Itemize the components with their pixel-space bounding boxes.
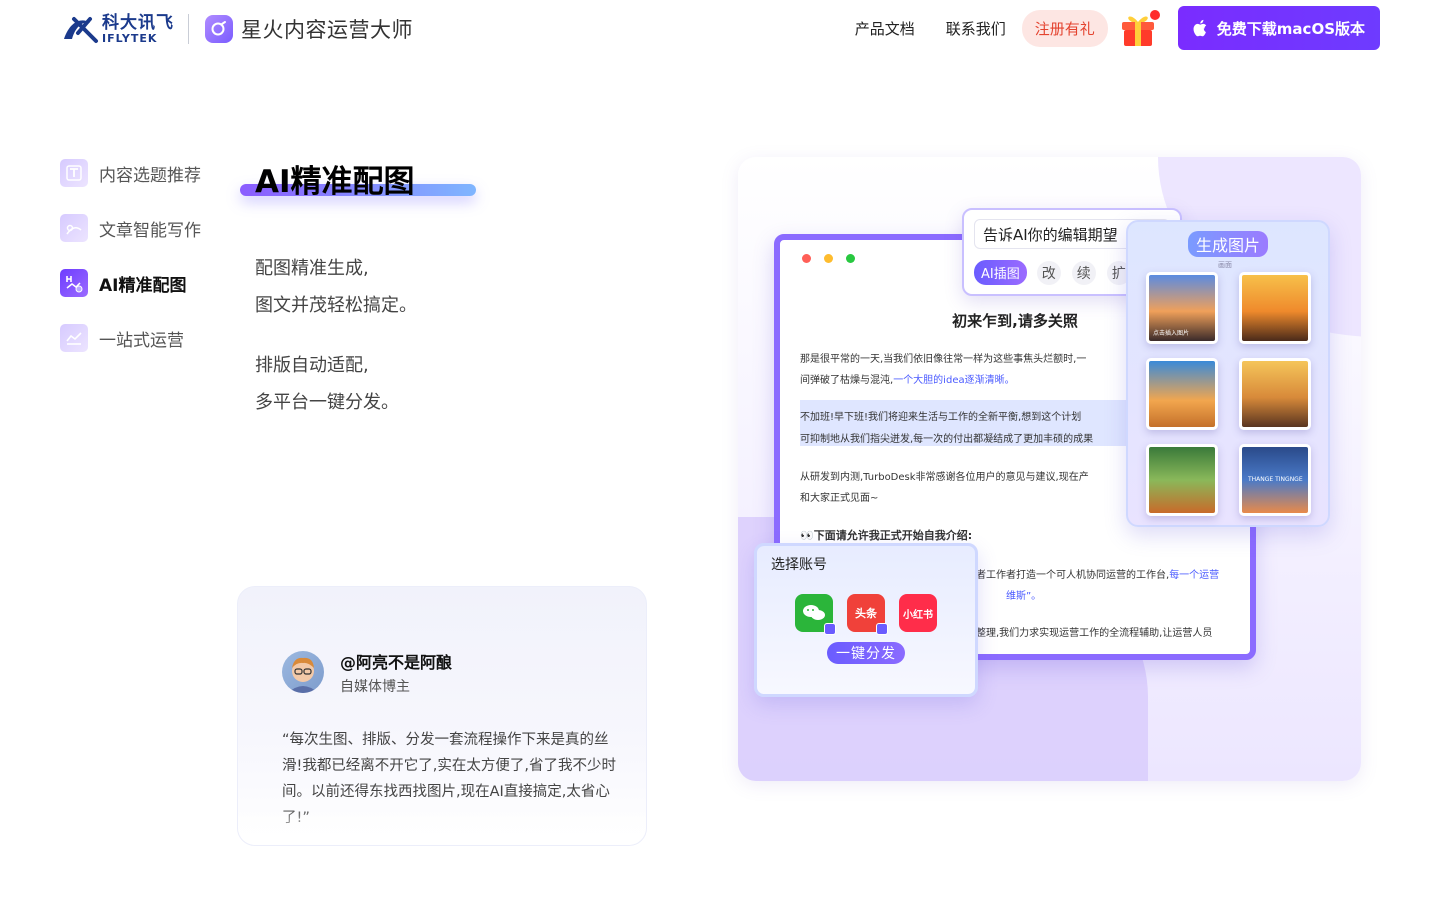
image-thumbnail[interactable]: THANGE TINGNGE [1239,444,1311,516]
download-label: 免费下载macOS版本 [1216,19,1365,38]
header: 科大讯飞 IFLYTEK 星火内容运营大师 产品文档 联系我们 注册有礼 免费下… [0,0,1440,56]
xiaohongshu-label: 小红书 [903,609,933,621]
topic-icon [60,159,88,187]
thumb-caption: THANGE TINGNGE [1248,476,1303,483]
product-logo-icon [205,15,233,43]
feature-menu: 内容选题推荐 文章智能写作 AI精准配图 一站式运营 [60,158,220,378]
product-name: 星火内容运营大师 [241,18,413,42]
testimonial-card: @阿亮不是阿酿 自媒体博主 “每次生图、排版、分发一套流程操作下来是真的丝滑!我… [237,586,647,846]
top-nav: 产品文档 联系我们 注册有礼 免费下载macOS版本 [855,6,1380,50]
brand[interactable]: 科大讯飞 IFLYTEK 星火内容运营大师 [60,12,413,46]
doc-line: 整理,我们力求实现运营工作的全流程辅助,让运营人员 [976,628,1213,639]
doc-link: 每一个运营 [1169,570,1220,581]
doc-line: 维斯”。 [1006,591,1042,602]
signup-gift-button[interactable]: 注册有礼 [1021,9,1108,47]
image-icon [60,269,88,297]
doc-text: 间弹破了枯燥与混沌, [800,375,894,386]
menu-label: 一站式运营 [99,330,184,351]
desc-line: 图文并茂轻松搞定。 [255,295,417,316]
desc-line: 配图精准生成, [255,258,369,279]
doc-line: 👀下面请允许我正式开始自我介绍: [800,529,973,542]
gen-subtitle: 画面 [1218,261,1232,269]
account-title: 选择账号 [771,557,827,573]
account-icons: 头条 小红书 [795,594,951,635]
feature-illustration: 初来乍到,请多关照 那是很平常的一天,当我们依旧像往常一样为这些事焦头烂额时,一… [738,157,1361,781]
feature-description: 配图精准生成, 图文并茂轻松搞定。 排版自动适配, 多平台一键分发。 [255,250,417,444]
testimonial-name: @阿亮不是阿酿 [340,653,453,672]
testimonial-role: 自媒体博主 [340,679,410,695]
apple-icon [1193,19,1206,37]
fade-overlay [238,805,646,845]
window-controls [802,254,868,263]
chart-icon [60,324,88,352]
check-icon [824,623,836,635]
xiaohongshu-icon[interactable]: 小红书 [899,594,937,632]
writing-icon [60,214,88,242]
doc-text: 者工作者打造一个可人机协同运营的工作台, [976,570,1170,581]
notification-dot [1149,10,1160,20]
one-click-publish-button[interactable]: 一键分发 [827,642,905,664]
company-name-cn: 科大讯飞 [102,12,174,33]
menu-item-writing[interactable]: 文章智能写作 [60,213,220,243]
company-name-en: IFLYTEK [102,31,158,45]
menu-label: 文章智能写作 [99,220,201,241]
toutiao-icon[interactable]: 头条 [847,594,888,635]
menu-item-operation[interactable]: 一站式运营 [60,323,220,353]
wechat-icon[interactable] [795,594,836,635]
image-thumbnail[interactable] [1146,444,1218,516]
toutiao-label: 头条 [855,607,877,620]
gift-icon[interactable] [1118,8,1160,48]
image-thumbnail[interactable] [1146,358,1218,430]
image-thumbnail[interactable] [1239,272,1311,344]
doc-line: 者工作者打造一个可人机协同运营的工作台,每一个运营 [976,566,1246,581]
chip-continue[interactable]: 续 [1071,260,1096,285]
nav-docs-link[interactable]: 产品文档 [855,18,915,39]
chip-ai-image[interactable]: AI插图 [974,260,1027,285]
maximize-dot-icon [846,254,855,263]
account-select-panel: 选择账号 头条 小红书 一键分发 [754,543,978,697]
close-dot-icon [802,254,811,263]
gen-title: 生成图片 [1188,231,1269,257]
feature-title: AI精准配图 [255,164,415,200]
desc-line: 多平台一键分发。 [255,392,399,413]
image-thumbnail[interactable]: 点击插入图片 [1146,272,1218,344]
menu-item-ai-image[interactable]: AI精准配图 [60,268,220,298]
generated-images-panel: 生成图片 画面 点击插入图片 THANGE TINGNGE [1126,220,1330,527]
image-thumbnail[interactable] [1239,358,1311,430]
thumb-caption: 点击插入图片 [1153,330,1190,337]
download-macos-button[interactable]: 免费下载macOS版本 [1177,6,1380,50]
minimize-dot-icon [824,254,833,263]
check-icon [876,623,888,635]
iflytek-mark-icon [64,17,98,43]
feature-heading: AI精准配图 [240,156,480,206]
iflytek-logo[interactable]: 科大讯飞 IFLYTEK [60,13,174,45]
menu-label: AI精准配图 [99,275,187,296]
desc-line: 排版自动适配, [255,355,369,376]
avatar [282,651,324,693]
chip-edit[interactable]: 改 [1036,260,1061,285]
nav-contact-link[interactable]: 联系我们 [946,18,1006,39]
menu-item-topic[interactable]: 内容选题推荐 [60,158,220,188]
brand-divider [188,14,189,44]
doc-link: 一个大胆的idea逐渐清晰。 [893,375,1015,386]
menu-label: 内容选题推荐 [99,165,201,186]
